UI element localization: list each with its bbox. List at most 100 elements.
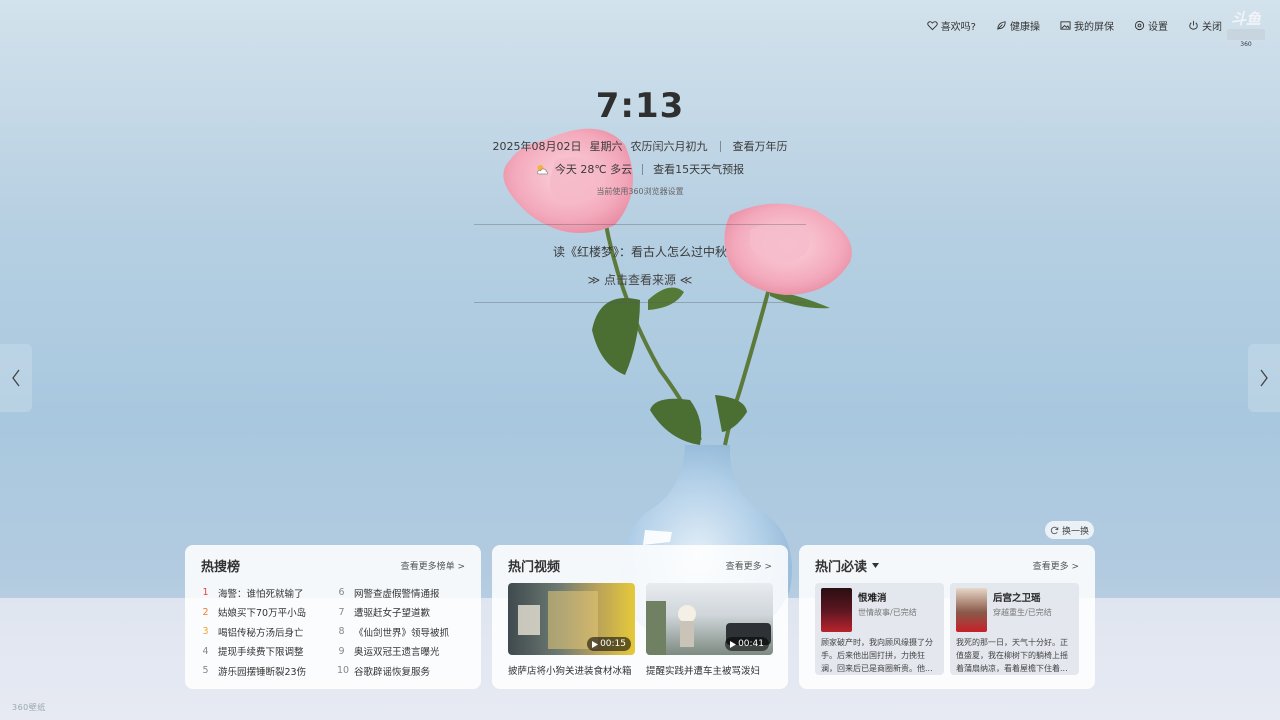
health-exercise-label: 健康操	[1010, 22, 1040, 33]
hot-video-title: 热门视频	[508, 559, 561, 575]
book-cover	[956, 588, 987, 632]
top-toolbar: 喜欢吗? 健康操 我的屏保 设置 关闭	[926, 18, 1222, 33]
play-icon	[592, 640, 599, 648]
hot-search-item[interactable]: 6 网警查虚假警情通报	[337, 583, 467, 603]
hot-search-text: 游乐园摆锤断裂23伤	[218, 666, 307, 678]
hot-search-item[interactable]: 5 游乐园摆锤断裂23伤	[201, 661, 337, 681]
health-exercise-button[interactable]: 健康操	[996, 18, 1040, 33]
settings-label: 设置	[1148, 22, 1168, 33]
book-meta: 穿越重生/已完结	[993, 608, 1052, 617]
hot-search-text: 谷歌辟谣恢复服务	[354, 666, 431, 678]
hot-rank: 5	[202, 665, 209, 677]
refresh-icon	[1050, 526, 1059, 534]
cloudy-weather-icon	[536, 164, 548, 174]
hot-read-card: 热门必读 查看更多 > 恨难消 世情故事/已完结 顾家破产时，我向顾风缘摄了分手…	[799, 545, 1095, 689]
book-cover	[821, 588, 852, 632]
hot-search-item[interactable]: 3 喝铝传秘方汤后身亡	[201, 622, 337, 642]
my-screensaver-button[interactable]: 我的屏保	[1060, 18, 1114, 33]
video-thumbnail: 00:15	[508, 583, 635, 655]
hot-rank: 10	[337, 665, 350, 677]
story-source-link[interactable]: ≫ 点击查看来源 ≪	[0, 271, 1280, 288]
video-item[interactable]: 00:41 提醒实践并遭车主被骂泼妇	[646, 583, 773, 677]
book-description: 我死的那一日，天气十分好。正值盛夏，我在柳树下的躺椅上摇着蒲扇纳凉，看着屋檐下住…	[956, 638, 1068, 673]
date-text: 2025年08月02日	[492, 140, 582, 153]
brand-logo-text: 斗鱼	[1230, 10, 1261, 28]
hot-search-item[interactable]: 9 奥运双冠王遗言曝光	[337, 642, 467, 662]
play-icon	[730, 640, 737, 648]
forecast-link[interactable]: 查看15天天气预报	[653, 161, 744, 177]
weather-summary: 今天 28℃ 多云	[554, 163, 633, 176]
hot-search-title: 热搜榜	[201, 559, 241, 575]
hot-video-card: 热门视频 查看更多 > 00:15 披萨店将小狗关进装食材冰箱 00:41 提醒…	[492, 545, 788, 689]
book-item[interactable]: 后宫之卫瑶 穿越重生/已完结 我死的那一日，天气十分好。正值盛夏，我在柳树下的躺…	[950, 583, 1079, 675]
calendar-link[interactable]: 查看万年历	[733, 138, 788, 154]
date-line: 2025年08月02日 星期六 农历闰六月初九 查看万年历	[0, 138, 1280, 154]
brand-logo: 斗鱼 360	[1224, 10, 1268, 48]
hot-search-text: 《仙剑世界》领导被抓	[354, 627, 450, 639]
browser-hint: 当前使用360浏览器设置	[596, 187, 684, 196]
gear-icon	[1134, 20, 1145, 31]
divider	[719, 140, 721, 152]
divider	[642, 163, 644, 175]
hot-rank: 2	[202, 606, 209, 618]
video-duration-badge: 00:15	[587, 637, 631, 651]
book-name: 后宫之卫瑶	[993, 593, 1041, 604]
video-duration: 00:41	[738, 639, 764, 649]
refresh-button[interactable]: 换一换	[1045, 521, 1094, 539]
book-description: 顾家破产时，我向顾风缘摄了分手。后来他出国打拼，力挽狂澜，回来后已是商圈新贵。他…	[821, 638, 933, 673]
divider	[474, 224, 806, 225]
hot-search-text: 奥运双冠王遗言曝光	[354, 647, 440, 659]
book-meta: 世情故事/已完结	[858, 608, 917, 617]
book-name: 恨难消	[858, 593, 887, 604]
weekday-text: 星期六	[589, 140, 623, 153]
hot-search-item[interactable]: 1 海警：谁怕死就输了	[201, 583, 337, 603]
picture-icon	[1060, 21, 1071, 30]
hot-search-item[interactable]: 2 姑娘买下70万平小岛	[201, 603, 337, 623]
clock-time: 7:13	[595, 86, 685, 126]
hot-rank: 4	[202, 645, 209, 657]
divider	[474, 302, 806, 303]
lunar-date-text: 农历闰六月初九	[630, 140, 708, 153]
like-button[interactable]: 喜欢吗?	[926, 18, 976, 33]
hot-rank: 6	[338, 587, 345, 599]
video-duration: 00:15	[600, 639, 626, 649]
hot-rank: 7	[338, 606, 345, 618]
previous-wallpaper-button[interactable]	[0, 344, 32, 412]
hot-search-text: 海警：谁怕死就输了	[218, 588, 304, 600]
settings-button[interactable]: 设置	[1134, 18, 1168, 33]
brand-sub-text: 360	[1240, 41, 1252, 48]
refresh-label: 换一换	[1061, 526, 1089, 537]
hot-search-text: 网警查虚假警情通报	[354, 588, 440, 600]
chevron-left-icon	[12, 369, 20, 387]
hot-video-more-link[interactable]: 查看更多 >	[726, 559, 772, 572]
hot-read-more-link[interactable]: 查看更多 >	[1033, 559, 1079, 572]
hot-rank: 3	[202, 626, 209, 638]
caret-down-icon	[872, 562, 880, 568]
video-thumbnail: 00:41	[646, 583, 773, 655]
video-item[interactable]: 00:15 披萨店将小狗关进装食材冰箱	[508, 583, 635, 677]
heart-icon	[926, 21, 938, 31]
hot-search-item[interactable]: 10 谷歌辟谣恢复服务	[337, 661, 467, 681]
hot-search-item[interactable]: 4 提现手续费下限调整	[201, 642, 337, 662]
power-icon	[1189, 20, 1198, 30]
next-wallpaper-button[interactable]	[1248, 344, 1280, 412]
story-title[interactable]: 读《红楼梦》：看古人怎么过中秋	[0, 243, 1280, 260]
close-button[interactable]: 关闭	[1188, 18, 1222, 33]
book-item[interactable]: 恨难消 世情故事/已完结 顾家破产时，我向顾风缘摄了分手。后来他出国打拼，力挽狂…	[815, 583, 944, 675]
hot-search-text: 姑娘买下70万平小岛	[218, 608, 307, 620]
hot-search-item[interactable]: 7 遭驱赶女子望道歉	[337, 603, 467, 623]
wallpaper-watermark: 360壁纸	[12, 703, 46, 712]
hot-search-text: 遭驱赶女子望道歉	[354, 608, 431, 620]
hot-rank: 1	[202, 587, 209, 599]
hot-read-title-wrap[interactable]: 热门必读	[815, 556, 880, 575]
hot-search-text: 提现手续费下限调整	[218, 647, 304, 659]
my-screensaver-label: 我的屏保	[1074, 22, 1114, 33]
hot-search-text: 喝铝传秘方汤后身亡	[218, 627, 304, 639]
hot-search-more-link[interactable]: 查看更多榜单 >	[401, 559, 465, 572]
hot-rank: 8	[338, 626, 345, 638]
leaf-icon	[997, 21, 1006, 30]
video-title: 提醒实践并遭车主被骂泼妇	[646, 666, 761, 677]
chevron-right-icon	[1260, 369, 1268, 387]
hot-search-list: 1 海警：谁怕死就输了 6 网警查虚假警情通报 2 姑娘买下70万平小岛 7 遭驱赶女子…	[201, 583, 465, 681]
hot-search-item[interactable]: 8 《仙剑世界》领导被抓	[337, 622, 467, 642]
